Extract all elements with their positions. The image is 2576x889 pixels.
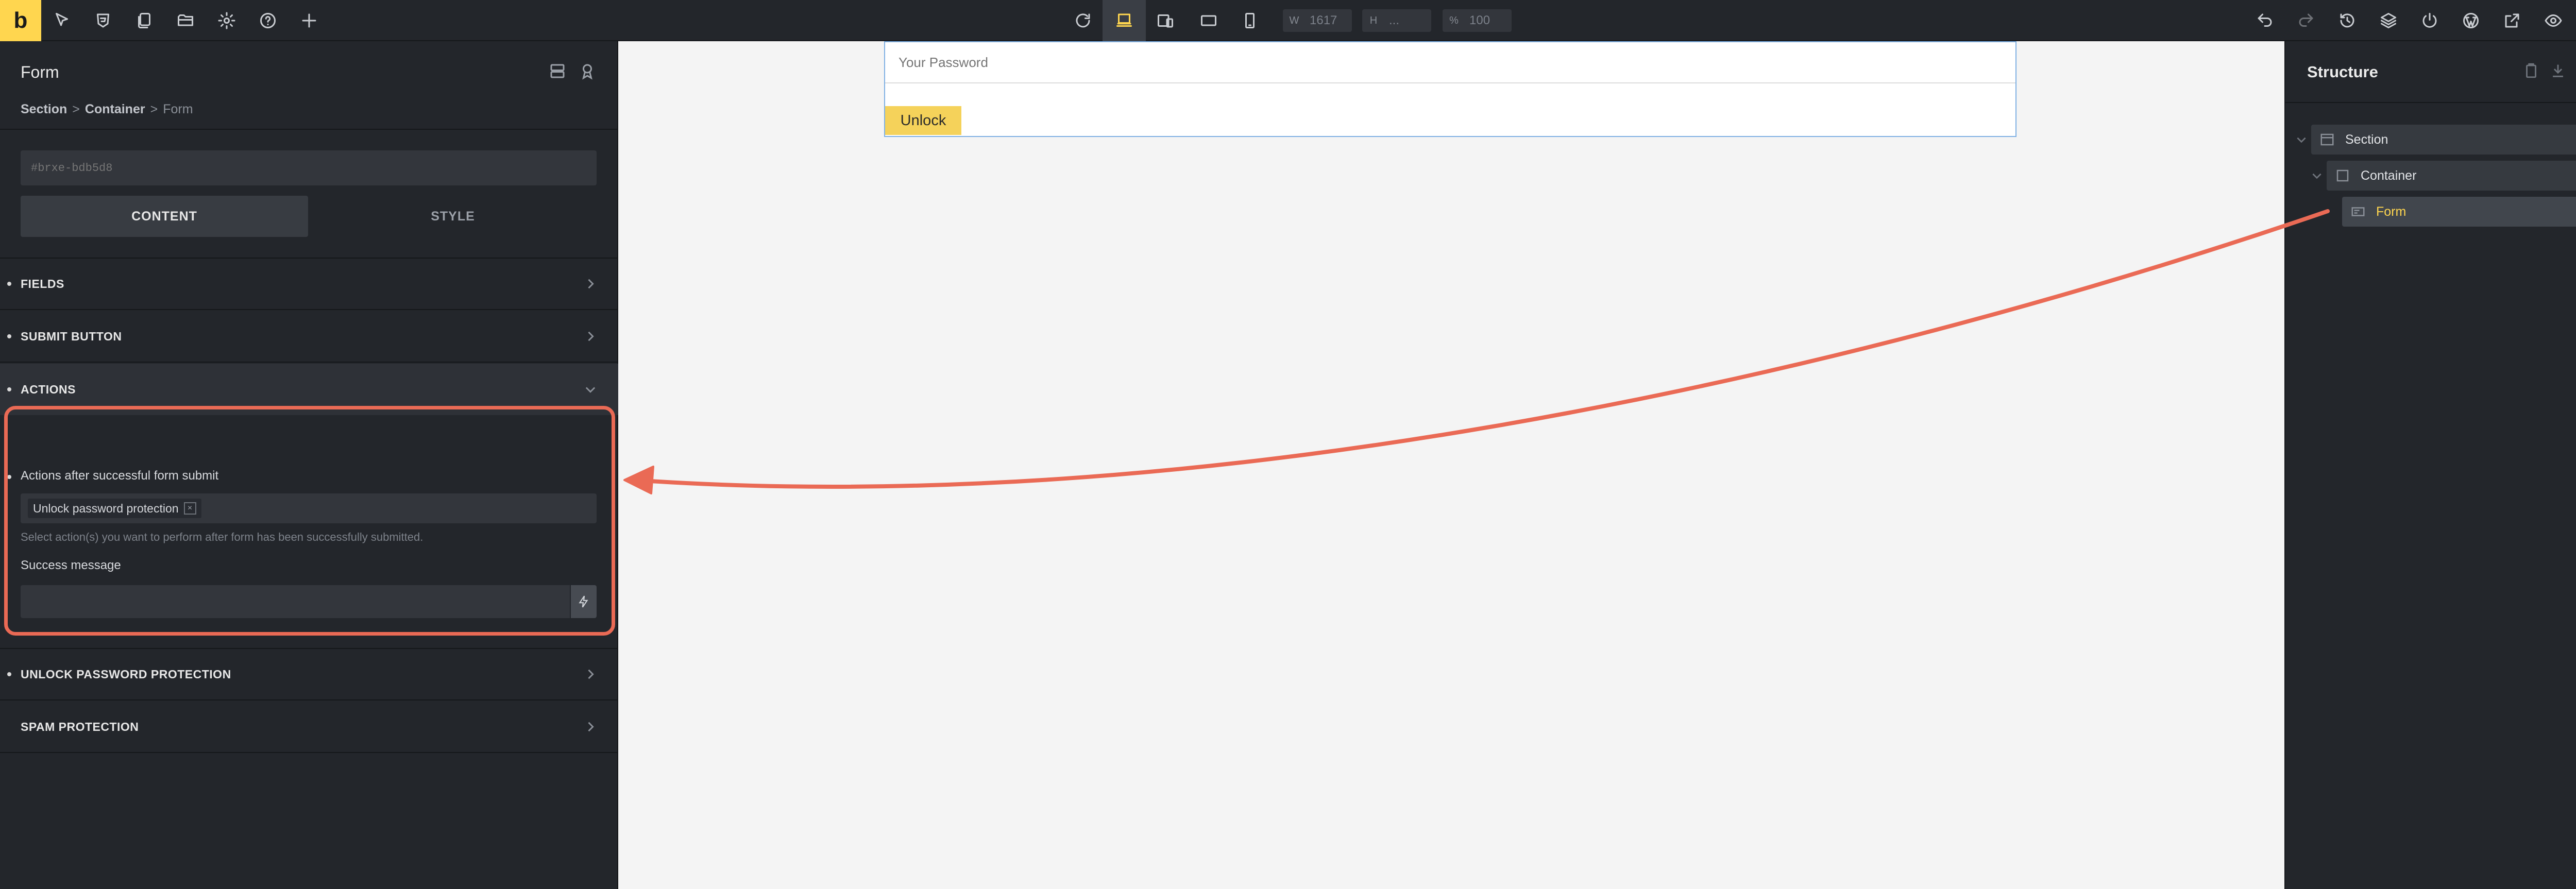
breadcrumb-current: Form (163, 102, 193, 116)
panel-title: Form (21, 63, 59, 81)
structure-item-section[interactable]: Section (2311, 125, 2576, 155)
section-unlock-password-protection-label: UNLOCK PASSWORD PROTECTION (21, 667, 231, 681)
chevron-right-icon (583, 329, 598, 344)
zoom-value[interactable]: 100 (1465, 13, 1490, 28)
width-value[interactable]: 1617 (1306, 13, 1337, 28)
clipboard-icon[interactable] (2522, 62, 2540, 79)
password-input[interactable] (885, 42, 2015, 83)
container-icon (2335, 168, 2350, 183)
tab-content[interactable]: CONTENT (21, 196, 308, 237)
form-icon (2350, 204, 2366, 219)
tablet-landscape-icon[interactable] (1152, 7, 1179, 34)
panel-header-actions (548, 62, 597, 80)
chevron-down-icon[interactable] (2310, 169, 2324, 182)
top-toolbar: b W 1617 H ... % 100 (0, 0, 2576, 41)
structure-item-label: Form (2376, 204, 2406, 219)
layout-toggle-icon[interactable] (548, 62, 567, 80)
chevron-down-icon (583, 382, 598, 397)
badge-icon[interactable] (578, 62, 597, 80)
dynamic-data-button[interactable] (571, 585, 597, 618)
tablet-icon[interactable] (1195, 7, 1222, 34)
breadcrumb: Section > Container > Form (21, 102, 193, 116)
structure-item-form[interactable]: Form (2342, 197, 2576, 227)
width-field[interactable]: W 1617 (1283, 9, 1352, 32)
modified-dot (7, 334, 11, 338)
actions-label: Actions after successful form submit (21, 469, 219, 483)
structure-item-label: Container (2361, 168, 2417, 183)
section-submit-button-label: SUBMIT BUTTON (21, 329, 122, 343)
gear-icon[interactable] (213, 7, 240, 34)
external-link-icon[interactable] (2499, 7, 2526, 34)
success-message-input[interactable] (21, 585, 570, 618)
action-tag-label: Unlock password protection (33, 501, 179, 515)
tab-style[interactable]: STYLE (309, 196, 597, 237)
history-icon[interactable] (2334, 7, 2361, 34)
structure-title: Structure (2307, 63, 2378, 81)
cursor-icon[interactable] (48, 7, 75, 34)
chevron-down-icon[interactable] (2295, 133, 2308, 146)
structure-item-container[interactable]: Container (2327, 161, 2576, 191)
layers-icon[interactable] (2375, 7, 2402, 34)
section-unlock-password-protection[interactable]: UNLOCK PASSWORD PROTECTION (0, 649, 618, 700)
plus-icon[interactable] (296, 7, 323, 34)
modified-dot (7, 672, 11, 676)
unlock-button[interactable]: Unlock (885, 106, 961, 135)
wordpress-icon[interactable] (2458, 7, 2484, 34)
undo-icon[interactable] (2251, 7, 2278, 34)
success-message-label: Success message (21, 558, 121, 572)
section-icon (2319, 132, 2335, 147)
folder-icon[interactable] (172, 7, 199, 34)
form-element[interactable]: Unlock (884, 41, 2016, 137)
chevron-right-icon (583, 277, 598, 291)
mobile-icon[interactable] (1236, 7, 1263, 34)
actions-select[interactable]: Unlock password protection × (21, 493, 597, 523)
redo-icon[interactable] (2293, 7, 2319, 34)
section-submit-button[interactable]: SUBMIT BUTTON (0, 311, 618, 363)
height-value[interactable]: ... (1385, 13, 1399, 28)
power-icon[interactable] (2416, 7, 2443, 34)
actions-hint: Select action(s) you want to perform aft… (21, 531, 423, 543)
bolt-icon (579, 595, 588, 608)
action-tag: Unlock password protection × (28, 499, 201, 518)
modified-dot (7, 282, 11, 286)
zoom-field[interactable]: % 100 (1443, 9, 1512, 32)
section-fields[interactable]: FIELDS (0, 259, 618, 310)
section-actions-label: ACTIONS (21, 382, 76, 396)
pages-icon[interactable] (131, 7, 158, 34)
element-settings-panel: Form Section>Container>Form CONTENT STYL… (0, 41, 618, 889)
remove-tag-icon[interactable]: × (183, 502, 196, 515)
height-label: H (1369, 14, 1378, 26)
structure-panel: Structure Section Container Form (2284, 41, 2576, 889)
download-icon[interactable] (2549, 62, 2567, 79)
chevron-right-icon (583, 667, 598, 681)
refresh-icon[interactable] (1070, 7, 1096, 34)
breadcrumb-container[interactable]: Container (85, 102, 145, 116)
zoom-label: % (1449, 14, 1459, 26)
width-label: W (1289, 14, 1299, 26)
section-spam-protection[interactable]: SPAM PROTECTION (0, 702, 618, 753)
section-spam-protection-label: SPAM PROTECTION (21, 720, 139, 733)
structure-item-label: Section (2345, 132, 2388, 147)
help-icon[interactable] (255, 7, 281, 34)
breadcrumb-section[interactable]: Section (21, 102, 67, 116)
preview-eye-icon[interactable] (2540, 7, 2567, 34)
height-field[interactable]: H ... (1362, 9, 1431, 32)
builder-canvas[interactable]: Unlock (618, 41, 2284, 889)
modified-dot (7, 387, 11, 391)
divider (2285, 102, 2576, 103)
section-actions[interactable]: ACTIONS (0, 364, 618, 415)
bricks-logo[interactable]: b (0, 0, 41, 41)
modified-dot (7, 475, 11, 479)
structure-actions (2522, 62, 2576, 79)
section-fields-label: FIELDS (21, 277, 64, 290)
chevron-right-icon (583, 720, 598, 734)
divider (0, 129, 618, 130)
shield-icon[interactable] (90, 7, 116, 34)
element-id-input[interactable] (21, 150, 597, 185)
laptop-icon[interactable] (1103, 0, 1146, 41)
